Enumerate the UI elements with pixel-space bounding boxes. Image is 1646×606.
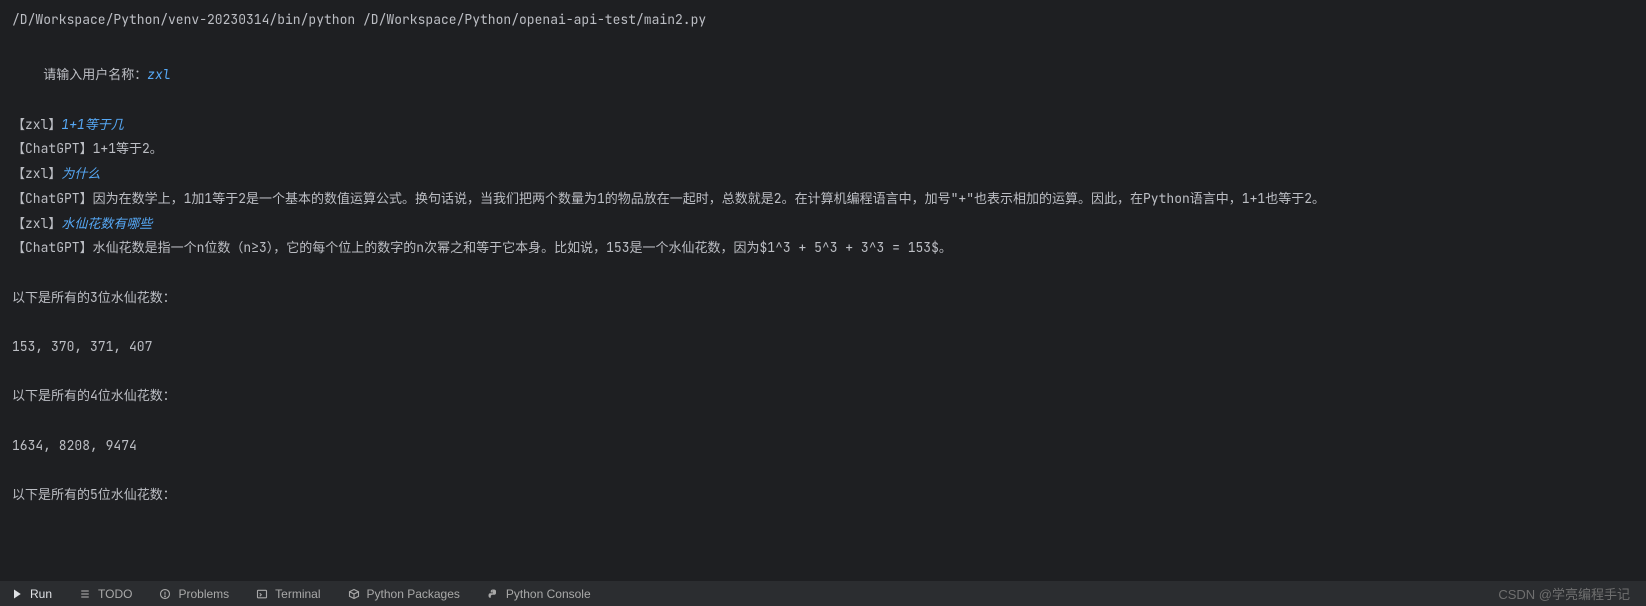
user-message-text: 水仙花数有哪些 [61, 215, 152, 232]
blank-line [12, 458, 1634, 483]
tab-python-packages-label: Python Packages [367, 587, 460, 601]
output-line: 153, 370, 371, 407 [12, 335, 1634, 360]
tab-terminal[interactable]: Terminal [251, 587, 324, 601]
tab-terminal-label: Terminal [275, 587, 320, 601]
command-line: /D/Workspace/Python/venv-20230314/bin/py… [12, 8, 1634, 33]
user-name-bracket: 【zxl】 [12, 165, 61, 182]
tab-problems-label: Problems [178, 587, 229, 601]
tab-problems[interactable]: Problems [154, 587, 233, 601]
bot-message-line: 【ChatGPT】水仙花数是指一个n位数（n≥3），它的每个位上的数字的n次幂之… [12, 236, 1634, 261]
bot-name-bracket: 【ChatGPT】 [12, 190, 93, 207]
blank-line [12, 360, 1634, 385]
package-icon [347, 587, 361, 601]
warning-icon [158, 587, 172, 601]
bot-name-bracket: 【ChatGPT】 [12, 140, 93, 157]
user-message-line: 【zxl】1+1等于几 [12, 113, 1634, 138]
bot-message-text: 1+1等于2。 [93, 140, 163, 157]
blank-line [12, 261, 1634, 286]
user-name-bracket: 【zxl】 [12, 116, 61, 133]
bot-message-text: 水仙花数是指一个n位数（n≥3），它的每个位上的数字的n次幂之和等于它本身。比如… [93, 239, 952, 256]
username-input: zxl [147, 66, 170, 83]
tab-python-console-label: Python Console [506, 587, 591, 601]
tab-run[interactable]: Run [6, 587, 56, 601]
python-icon [486, 587, 500, 601]
bot-message-text: 因为在数学上，1加1等于2是一个基本的数值运算公式。换句话说，当我们把两个数量为… [93, 190, 1325, 207]
output-line: 1634, 8208, 9474 [12, 434, 1634, 459]
user-name-bracket: 【zxl】 [12, 215, 61, 232]
blank-line [12, 310, 1634, 335]
tab-todo-label: TODO [98, 587, 132, 601]
tab-python-console[interactable]: Python Console [482, 587, 595, 601]
tab-python-packages[interactable]: Python Packages [343, 587, 464, 601]
tab-todo[interactable]: TODO [74, 587, 136, 601]
tab-run-label: Run [30, 587, 52, 601]
output-line: 以下是所有的3位水仙花数： [12, 286, 1634, 311]
user-message-line: 【zxl】水仙花数有哪些 [12, 212, 1634, 237]
username-prompt-line: 请输入用户名称：zxl [12, 39, 1634, 113]
output-line: 以下是所有的4位水仙花数： [12, 384, 1634, 409]
bottom-tool-tabs: Run TODO Problems Terminal Python Packag… [0, 580, 1646, 606]
bot-name-bracket: 【ChatGPT】 [12, 239, 93, 256]
watermark: CSDN @学亮编程手记 [1498, 584, 1630, 603]
terminal-icon [255, 587, 269, 601]
output-line: 以下是所有的5位水仙花数： [12, 483, 1634, 508]
user-message-text: 为什么 [61, 165, 100, 182]
list-icon [78, 587, 92, 601]
console-output[interactable]: /D/Workspace/Python/venv-20230314/bin/py… [0, 0, 1646, 580]
blank-line [12, 409, 1634, 434]
prompt-label: 请输入用户名称： [43, 66, 147, 83]
user-message-text: 1+1等于几 [61, 116, 123, 133]
bot-message-line: 【ChatGPT】1+1等于2。 [12, 137, 1634, 162]
user-message-line: 【zxl】为什么 [12, 162, 1634, 187]
play-icon [10, 587, 24, 601]
bot-message-line: 【ChatGPT】因为在数学上，1加1等于2是一个基本的数值运算公式。换句话说，… [12, 187, 1634, 212]
